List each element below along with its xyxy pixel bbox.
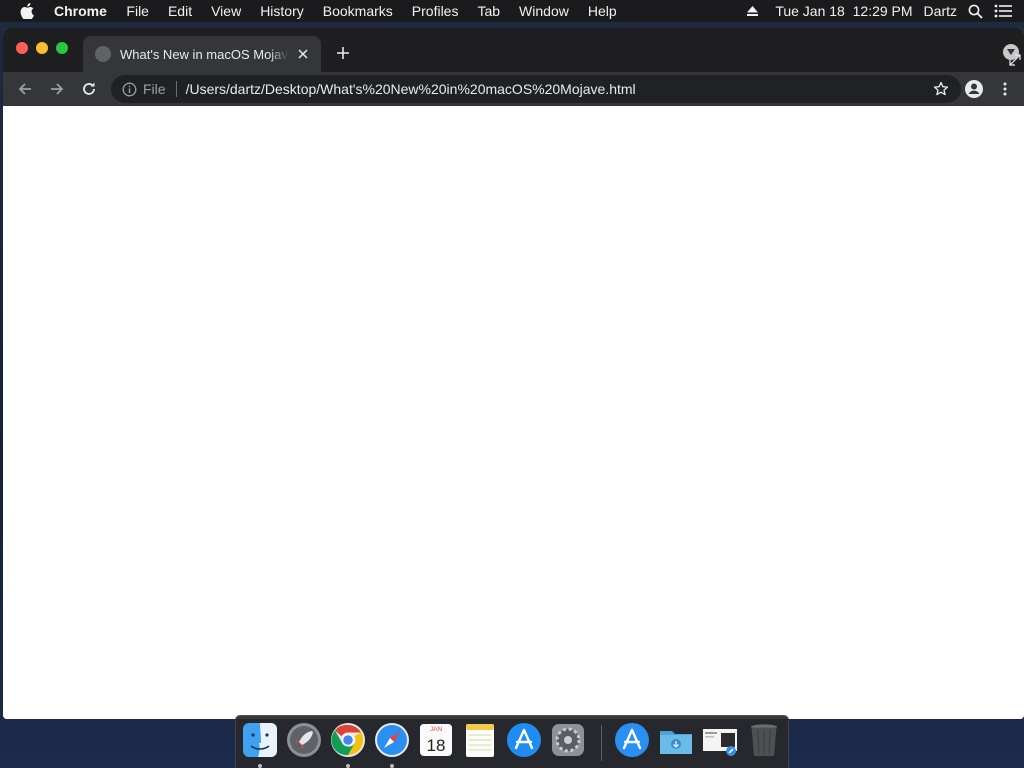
window-maximize-button[interactable] [56, 42, 68, 54]
safari-compass-icon [375, 723, 409, 757]
tab-strip: What's New in macOS Mojave.html [3, 28, 1024, 72]
menubar-clock[interactable]: Tue Jan 18 12:29 PM [775, 3, 912, 19]
reload-button[interactable] [78, 78, 100, 100]
menu-view[interactable]: View [202, 0, 251, 22]
downloads-folder-icon [660, 731, 692, 754]
chrome-icon [331, 723, 365, 757]
globe-favicon-icon [95, 46, 111, 62]
menu-file[interactable]: File [117, 0, 159, 22]
running-indicator [258, 764, 262, 768]
site-info-icon[interactable] [121, 81, 137, 97]
dock-downloads-folder[interactable] [657, 721, 695, 761]
window-close-button[interactable] [16, 42, 28, 54]
window-minimize-button[interactable] [36, 42, 48, 54]
apple-menu-icon[interactable] [0, 0, 54, 22]
gear-icon [552, 724, 584, 756]
url-text[interactable]: /Users/dartz/Desktop/What's%20New%20in%2… [186, 81, 636, 97]
chrome-window: What's New in macOS Mojave.html [3, 28, 1024, 719]
trash-icon [751, 724, 777, 756]
dock-chrome[interactable] [329, 721, 367, 768]
forward-button[interactable] [46, 78, 68, 100]
screenshot-stack-icon [703, 729, 737, 756]
new-tab-button[interactable] [332, 42, 354, 64]
eject-icon[interactable] [746, 5, 759, 17]
running-indicator [390, 764, 394, 768]
page-content[interactable] [3, 106, 1024, 719]
menu-edit[interactable]: Edit [158, 0, 201, 22]
menu-profiles[interactable]: Profiles [402, 0, 468, 22]
notes-icon [466, 724, 494, 757]
calendar-icon: JAN 18 [420, 724, 452, 756]
more-menu-icon[interactable] [997, 77, 1013, 101]
calendar-month-label: JAN [430, 726, 443, 733]
menu-bar: Chrome File Edit View History Bookmarks … [0, 0, 1024, 22]
dock: JAN 18 [235, 715, 789, 768]
url-scheme-label: File [143, 81, 166, 97]
notification-center-icon[interactable] [994, 4, 1012, 18]
bookmark-star-icon[interactable] [933, 81, 949, 97]
dock-applications-folder[interactable] [613, 721, 651, 761]
launchpad-rocket-icon [287, 723, 321, 757]
running-indicator [346, 764, 350, 768]
tab-close-icon[interactable] [295, 46, 311, 62]
dock-finder[interactable] [241, 721, 279, 768]
dock-calendar[interactable]: JAN 18 [417, 721, 455, 761]
dock-notes[interactable] [461, 721, 499, 761]
applications-folder-icon [615, 723, 649, 757]
calendar-day-label: 18 [427, 736, 446, 755]
menu-history[interactable]: History [251, 0, 314, 22]
dock-safari[interactable] [373, 721, 411, 768]
dock-divider [601, 725, 602, 761]
dock-launchpad[interactable] [285, 721, 323, 761]
dock-screenshots-stack[interactable] [701, 721, 739, 761]
address-bar[interactable]: File /Users/dartz/Desktop/What's%20New%2… [111, 75, 961, 103]
menu-bookmarks[interactable]: Bookmarks [313, 0, 402, 22]
menu-tab[interactable]: Tab [468, 0, 510, 22]
menu-app-chrome[interactable]: Chrome [54, 0, 117, 22]
menu-help[interactable]: Help [578, 0, 626, 22]
menubar-user-name[interactable]: Dartz [924, 3, 957, 19]
app-store-icon [507, 723, 541, 757]
tab-active[interactable]: What's New in macOS Mojave.html [83, 36, 321, 72]
browser-toolbar: File /Users/dartz/Desktop/What's%20New%2… [3, 72, 1024, 106]
window-controls [16, 42, 76, 54]
spotlight-search-icon[interactable] [968, 4, 983, 19]
finder-icon [243, 723, 277, 757]
tab-title: What's New in macOS Mojave.html [120, 46, 289, 62]
omnibox-divider [175, 81, 177, 97]
dock-app-store[interactable] [505, 721, 543, 761]
dock-trash[interactable] [745, 721, 783, 761]
profile-avatar-icon[interactable] [962, 77, 986, 101]
dock-system-preferences[interactable] [549, 721, 587, 761]
back-button[interactable] [14, 78, 36, 100]
resize-arrows-icon[interactable] [1008, 53, 1022, 67]
menu-window[interactable]: Window [510, 0, 579, 22]
